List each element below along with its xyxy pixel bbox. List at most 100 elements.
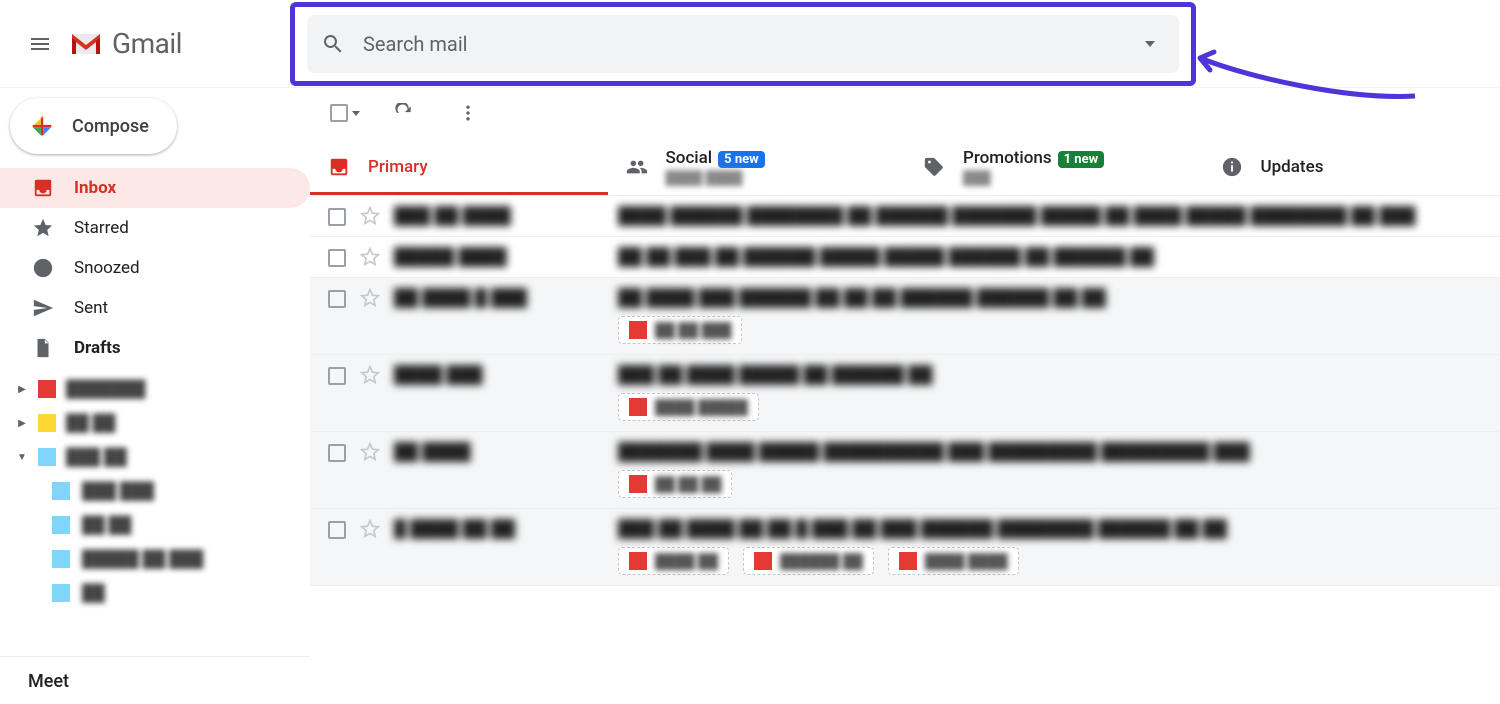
tab-social[interactable]: Social5 new ████ ████ [608, 138, 906, 195]
star-icon [32, 217, 54, 239]
star-outline-icon [360, 247, 380, 267]
mail-sender: ███ ██ ████ [394, 206, 604, 226]
more-button[interactable] [448, 93, 488, 133]
attachment-name: ████ █████ [655, 399, 748, 416]
tab-secondary: ███ [963, 170, 1104, 186]
attachment-chip[interactable]: ████ ████ [888, 547, 1019, 575]
mail-row[interactable]: ██ ████ ███████ ████ █████ ██████████ ███… [310, 432, 1500, 509]
mail-sender: ██ ████ █ ███ [394, 288, 604, 308]
attachment-chip[interactable]: ██████ ██ [743, 547, 874, 575]
nav-label: Sent [74, 298, 108, 318]
nav-snoozed[interactable]: Snoozed [0, 248, 310, 288]
attachment-name: ████ ████ [925, 553, 1008, 570]
sublabel-item[interactable]: ██ [0, 576, 310, 610]
inbox-icon [328, 156, 350, 178]
people-icon [626, 156, 648, 178]
mail-row[interactable]: ███ ██ ████ ████ ██████ ████████ ██ █████… [310, 196, 1500, 237]
attachment-name: ██ ██ ███ [655, 322, 731, 339]
select-all-checkbox[interactable] [330, 104, 360, 122]
file-icon [32, 337, 54, 359]
tab-badge: 5 new [718, 151, 765, 168]
label-color-icon [38, 448, 56, 466]
label-item[interactable]: ▼ ███ ██ [0, 440, 310, 474]
attachment-chip[interactable]: ██ ██ ██ [618, 470, 732, 498]
star-button[interactable] [360, 365, 380, 385]
nav-inbox[interactable]: Inbox [0, 168, 310, 208]
mail-content: ████ ██████ ████████ ██ ██████ ███████ █… [618, 206, 1482, 226]
mail-list: ███ ██ ████████ ██████ ████████ ██ █████… [310, 196, 1500, 704]
attachment-icon [899, 552, 917, 570]
mail-row[interactable]: ████ ██████ ██ ████ █████ ██ ██████ ████… [310, 355, 1500, 432]
search-icon [321, 32, 345, 56]
gmail-wordmark: Gmail [112, 27, 182, 60]
label-item[interactable]: ▶ ███████ [0, 372, 310, 406]
star-button[interactable] [360, 247, 380, 267]
mail-subject: ███ ██ ████ ██ ██ █ ███ ██ ███ ██████ ██… [618, 519, 1482, 539]
row-checkbox[interactable] [328, 249, 346, 267]
search-options-caret-icon[interactable] [1145, 41, 1155, 47]
star-outline-icon [360, 288, 380, 308]
mail-subject: ███████ ████ █████ ██████████ ███ ██████… [618, 442, 1482, 462]
attachment-chip[interactable]: ████ █████ [618, 393, 759, 421]
mail-row[interactable]: █████ ██████ ██ ███ ██ ██████ █████ ████… [310, 237, 1500, 278]
chevron-down-icon: ▼ [16, 452, 28, 463]
search-highlight-annotation [290, 2, 1196, 86]
sublabel-text: █████ ██ ███ [82, 549, 203, 569]
meet-section-header: Meet [0, 656, 310, 704]
nav-sent[interactable]: Sent [0, 288, 310, 328]
compose-button[interactable]: Compose [10, 98, 177, 154]
star-outline-icon [360, 442, 380, 462]
star-button[interactable] [360, 519, 380, 539]
attachment-name: ██ ██ ██ [655, 476, 721, 493]
nav-drafts[interactable]: Drafts [0, 328, 310, 368]
star-button[interactable] [360, 288, 380, 308]
plus-icon [28, 112, 56, 140]
tab-primary[interactable]: Primary [310, 138, 608, 195]
nav-starred[interactable]: Starred [0, 208, 310, 248]
row-checkbox[interactable] [328, 290, 346, 308]
nav-label: Drafts [74, 338, 121, 358]
attachments: ██ ██ ██ [618, 470, 1482, 498]
main-menu-button[interactable] [16, 20, 64, 68]
search-bar[interactable] [307, 15, 1179, 73]
attachment-chip[interactable]: ██ ██ ███ [618, 316, 742, 344]
attachment-name: ██████ ██ [780, 553, 863, 570]
row-checkbox[interactable] [328, 208, 346, 226]
gmail-logo[interactable]: Gmail [68, 27, 182, 60]
attachment-chip[interactable]: ████ ██ [618, 547, 729, 575]
mail-sender: ████ ███ [394, 365, 604, 385]
mail-row[interactable]: ██ ████ █ ███ ██ ████ ███ ██████ ██ ██ ██… [310, 278, 1500, 355]
tab-promotions[interactable]: Promotions1 new ███ [905, 138, 1203, 195]
refresh-button[interactable] [384, 93, 424, 133]
chevron-right-icon: ▶ [16, 418, 28, 429]
tab-title: Primary [368, 157, 428, 177]
mail-subject: ██ ████ ███ ██████ ██ ██ ██ ██████ █████… [618, 288, 1482, 308]
checkbox-icon [330, 104, 348, 122]
more-vert-icon [458, 103, 478, 123]
gmail-m-icon [68, 30, 104, 58]
attachments: ████ █████ [618, 393, 1482, 421]
star-button[interactable] [360, 206, 380, 226]
sidebar: Compose Inbox Starred Snoozed Sent [0, 88, 310, 704]
star-button[interactable] [360, 442, 380, 462]
mail-sender: █████ ████ [394, 247, 604, 267]
mail-toolbar [310, 88, 1500, 138]
search-input[interactable] [363, 32, 1145, 56]
row-checkbox[interactable] [328, 444, 346, 462]
star-outline-icon [360, 519, 380, 539]
row-checkbox[interactable] [328, 521, 346, 539]
sublabel-item[interactable]: ███ ███ [0, 474, 310, 508]
mail-sender: ██ ████ [394, 442, 604, 462]
row-checkbox[interactable] [328, 367, 346, 385]
tab-updates[interactable]: Updates [1203, 138, 1500, 195]
main-content: Primary Social5 new ████ ████ Promotions… [310, 88, 1500, 704]
sublabel-item[interactable]: ██ ██ [0, 508, 310, 542]
label-text: ███████ [66, 379, 145, 399]
sublabel-item[interactable]: █████ ██ ███ [0, 542, 310, 576]
mail-sender: █ ████ ██ ██ [394, 519, 604, 539]
info-icon [1221, 156, 1243, 178]
mail-content: ███ ██ ████ ██ ██ █ ███ ██ ███ ██████ ██… [618, 519, 1482, 575]
chevron-right-icon: ▶ [16, 384, 28, 395]
mail-row[interactable]: █ ████ ██ ██ ███ ██ ████ ██ ██ █ ███ ██ █… [310, 509, 1500, 586]
label-item[interactable]: ▶ ██ ██ [0, 406, 310, 440]
